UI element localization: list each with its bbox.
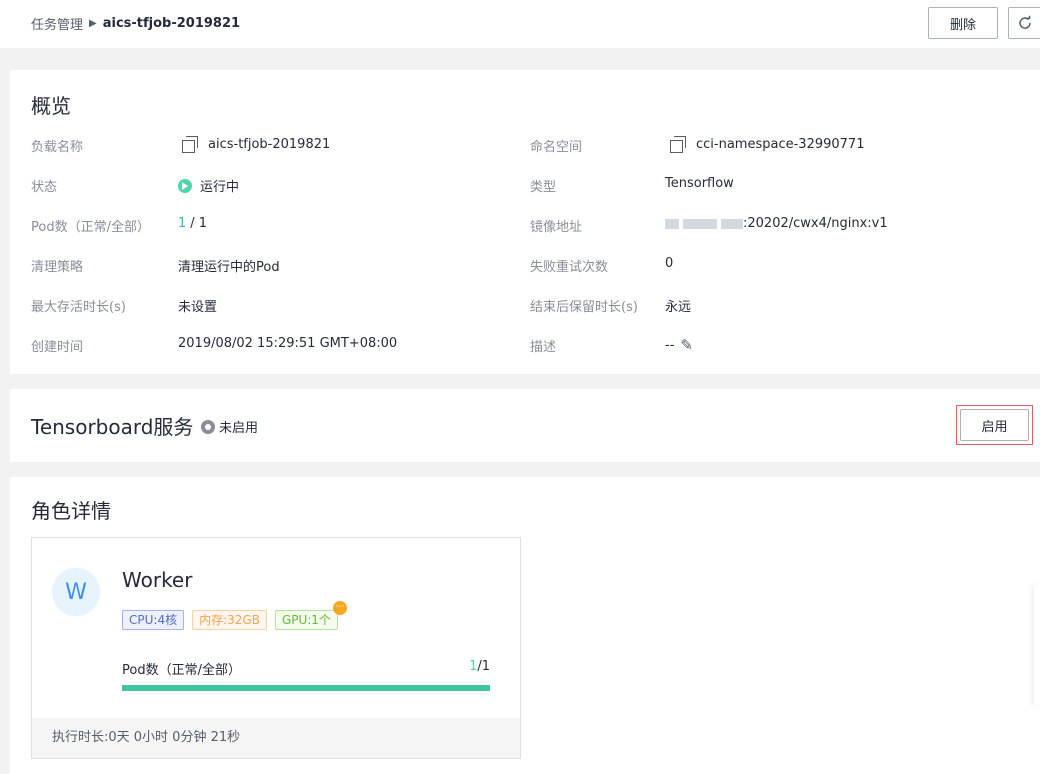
pod-count-label: Pod数（正常/全部）	[31, 220, 150, 235]
worker-name: Worker	[122, 568, 193, 592]
redacted-block	[721, 218, 743, 229]
worker-pod-progress	[122, 685, 490, 691]
top-bar: 任务管理 ▶ aics-tfjob-2019821 删除	[0, 0, 1040, 48]
edit-pencil-icon[interactable]: ✎	[680, 336, 693, 354]
worker-pod-label: Pod数（正常/全部）	[122, 663, 241, 678]
role-details-title: 角色详情	[31, 499, 111, 523]
breadcrumb-separator-icon: ▶	[89, 18, 97, 29]
worker-pod-count: 1/1	[422, 659, 490, 674]
redacted-block	[665, 218, 679, 229]
tensorboard-title: Tensorboard服务	[31, 415, 194, 439]
running-icon	[178, 178, 192, 193]
breadcrumb-current: aics-tfjob-2019821	[102, 16, 241, 31]
created-time-label: 创建时间	[31, 340, 84, 355]
copy-icon[interactable]	[182, 136, 198, 153]
namespace-text: cci-namespace-32990771	[696, 136, 865, 152]
side-panel-edge	[1034, 585, 1040, 705]
workload-name-value: aics-tfjob-2019821	[182, 136, 331, 153]
refresh-icon	[1019, 15, 1031, 29]
tensorboard-status-text: 未启用	[219, 421, 259, 436]
gpu-tag: GPU:1个 ···	[274, 601, 347, 630]
type-label: 类型	[530, 180, 557, 195]
tensorboard-card: Tensorboard服务 未启用 启用	[10, 389, 1040, 462]
workload-name-text: aics-tfjob-2019821	[208, 136, 331, 152]
role-details-card: 角色详情 W Worker CPU:4核 内存:32GB GPU:1个 ··· …	[10, 477, 1040, 774]
status-text: 运行中	[200, 180, 240, 195]
retain-duration-value: 永远	[665, 300, 692, 315]
delete-button[interactable]: 删除	[928, 7, 998, 39]
redacted-block	[683, 218, 717, 229]
refresh-button[interactable]	[1008, 7, 1040, 39]
worker-avatar: W	[52, 568, 100, 616]
image-address-value: :20202/cwx4/nginx:v1	[665, 216, 888, 231]
created-time-value: 2019/08/02 15:29:51 GMT+08:00	[178, 336, 398, 351]
max-lifetime-label: 最大存活时长(s)	[31, 300, 126, 315]
enable-button[interactable]: 启用	[960, 409, 1029, 441]
workload-name-label: 负载名称	[31, 140, 84, 155]
retry-count-label: 失败重试次数	[530, 260, 609, 275]
breadcrumb-parent-link[interactable]: 任务管理	[31, 14, 83, 33]
pod-total-count: / 1	[190, 216, 208, 231]
pod-count-value: 1 / 1	[178, 216, 207, 231]
status-value: 运行中	[178, 176, 239, 195]
gpu-tag-text: GPU:1个	[281, 613, 331, 627]
worker-role-card: W Worker CPU:4核 内存:32GB GPU:1个 ··· Pod数（…	[31, 537, 521, 759]
tensorboard-status: 未启用	[201, 417, 258, 436]
image-address-text: :20202/cwx4/nginx:v1	[743, 216, 888, 231]
overview-title: 概览	[31, 94, 71, 118]
max-lifetime-value: 未设置	[178, 300, 218, 315]
type-value: Tensorflow	[665, 176, 734, 191]
enable-button-highlight: 启用	[956, 405, 1033, 445]
worker-duration: 执行时长:0天 0小时 0分钟 21秒	[32, 718, 520, 758]
cleanup-policy-value: 清理运行中的Pod	[178, 260, 280, 275]
description-value: -- ✎	[665, 336, 693, 354]
image-address-label: 镜像地址	[530, 220, 583, 235]
namespace-value: cci-namespace-32990771	[670, 136, 865, 153]
namespace-label: 命名空间	[530, 140, 583, 155]
worker-pod-progress-fill	[122, 685, 490, 691]
cleanup-policy-label: 清理策略	[31, 260, 84, 275]
breadcrumb: 任务管理 ▶ aics-tfjob-2019821	[31, 14, 240, 33]
copy-icon[interactable]	[670, 136, 686, 153]
more-icon[interactable]: ···	[332, 601, 347, 615]
description-text: --	[665, 337, 675, 353]
memory-tag: 内存:32GB	[192, 610, 267, 630]
status-label: 状态	[31, 180, 58, 195]
overview-card: 概览 负载名称 aics-tfjob-2019821 状态 运行中 Pod数（正…	[10, 70, 1040, 374]
worker-pod-total: /1	[477, 659, 490, 674]
cpu-tag: CPU:4核	[122, 610, 185, 630]
retry-count-value: 0	[665, 256, 674, 271]
resource-tags: CPU:4核 内存:32GB GPU:1个 ···	[122, 601, 347, 630]
disabled-status-icon	[201, 419, 215, 434]
pod-ok-count[interactable]: 1	[178, 216, 186, 231]
retain-duration-label: 结束后保留时长(s)	[530, 300, 638, 315]
description-label: 描述	[530, 340, 557, 355]
